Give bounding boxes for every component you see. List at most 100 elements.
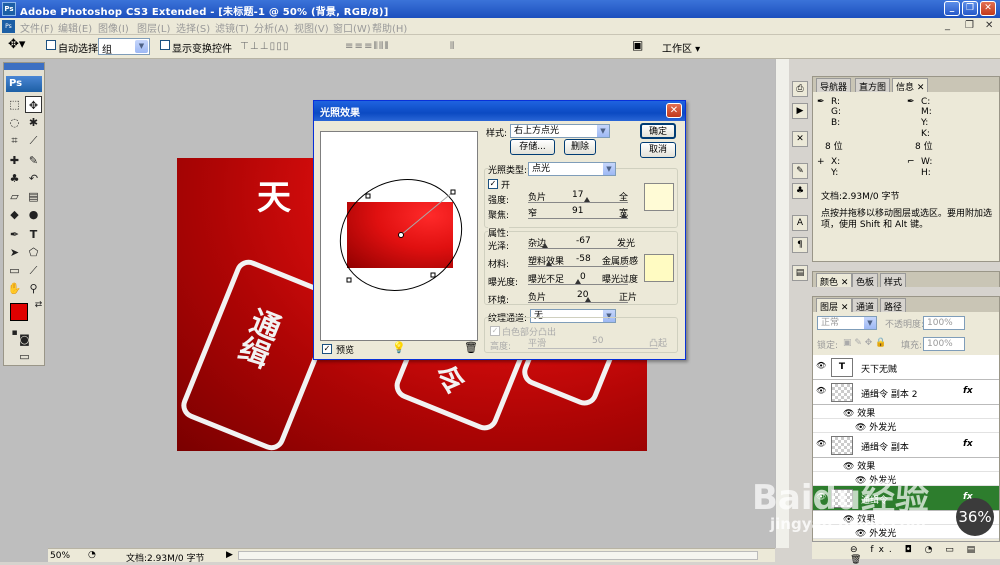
menu-analysis[interactable]: 分析(A) xyxy=(254,20,289,35)
layer-action-icons[interactable]: ⊖ fx. ◘ ◔ ▭ ▤ 🗑 xyxy=(850,545,1000,565)
character-panel-icon[interactable]: A xyxy=(792,215,808,231)
eyedropper-tool-icon[interactable]: ⟋ xyxy=(25,132,42,149)
menubar-restore[interactable]: ❐ xyxy=(965,20,974,31)
gloss-slider-track[interactable] xyxy=(528,248,628,249)
exposure-slider-track[interactable] xyxy=(528,284,628,285)
clone-source-icon[interactable]: ♣ xyxy=(792,183,808,199)
eye-icon[interactable]: 👁 xyxy=(816,439,826,449)
light-type-select[interactable]: 点光 ▼ xyxy=(528,162,616,176)
magic-wand-tool-icon[interactable]: ✱ xyxy=(25,114,42,131)
tab-histogram[interactable]: 直方图 xyxy=(855,78,891,93)
ambience-color-swatch[interactable] xyxy=(644,254,674,282)
effects-row[interactable]: 👁 效果 xyxy=(813,405,999,419)
menu-file[interactable]: 文件(F) xyxy=(20,20,54,35)
light-ellipse-overlay[interactable] xyxy=(321,132,479,342)
brushes-panel-icon[interactable]: ✎ xyxy=(792,163,808,179)
light-color-swatch[interactable] xyxy=(644,183,674,211)
layer-row[interactable]: 👁 通缉令 副本 fx xyxy=(813,433,999,458)
layer-row[interactable]: 👁 通缉令 副本 2 fx xyxy=(813,380,999,405)
fx-icon[interactable]: fx xyxy=(963,439,973,449)
show-transform-checkbox[interactable] xyxy=(160,40,172,52)
quick-mask-icon[interactable]: ◙ xyxy=(16,331,33,348)
lock-icons[interactable]: ▣ ✎ ✥ 🔒 xyxy=(843,338,886,348)
close-button[interactable]: ✕ xyxy=(980,1,996,16)
tool-presets-icon[interactable]: ✕ xyxy=(792,131,808,147)
intensity-slider-track[interactable] xyxy=(528,202,628,203)
workspace-menu[interactable]: 工作区 ▾ xyxy=(662,40,700,55)
move-tool-icon[interactable]: ✥ xyxy=(25,96,42,113)
fill-input[interactable]: 100% xyxy=(923,337,965,351)
tab-styles[interactable]: 样式 xyxy=(880,273,907,288)
foreground-color-swatch[interactable] xyxy=(10,303,28,321)
blur-tool-icon[interactable]: ◆ xyxy=(6,206,23,223)
tab-navigator[interactable]: 导航器 xyxy=(816,78,852,93)
light-on-checkbox[interactable]: ✓ xyxy=(488,178,500,189)
paragraph-panel-icon[interactable]: ¶ xyxy=(792,237,808,253)
tab-channels[interactable]: 通道 xyxy=(852,298,879,313)
dialog-close-button[interactable]: ✕ xyxy=(666,103,682,118)
toolbox-grip[interactable] xyxy=(4,63,44,70)
eyedropper-sample-icon[interactable]: ⟋ xyxy=(25,262,42,279)
menu-select[interactable]: 选择(S) xyxy=(176,20,210,35)
trash-icon[interactable]: 🗑 xyxy=(464,341,478,354)
menubar-close[interactable]: ✕ xyxy=(985,20,993,31)
swap-colors-icon[interactable]: ⇄ xyxy=(30,297,47,314)
move-tool-icon[interactable]: ✥▾ xyxy=(8,37,25,52)
light-bulb-icon[interactable]: 💡 xyxy=(392,341,406,354)
preview-checkbox[interactable]: ✓ xyxy=(322,343,334,354)
tab-swatches[interactable]: 色板 xyxy=(852,273,879,288)
menu-edit[interactable]: 编辑(E) xyxy=(58,20,92,35)
align-icons[interactable]: ⊤ ⊥ ⊥ ▯ ▯ ▯ xyxy=(240,41,289,53)
style-select[interactable]: 右上方点光 ▼ xyxy=(510,124,610,138)
crop-tool-icon[interactable]: ⌗ xyxy=(6,132,23,149)
history-panel-icon[interactable]: ⎙ xyxy=(792,81,808,97)
brush-tool-icon[interactable]: ✎ xyxy=(25,152,42,169)
eye-icon[interactable]: 👁 xyxy=(816,386,826,396)
white-high-checkbox[interactable]: ✓ xyxy=(490,325,502,336)
actions-panel-icon[interactable]: ▶ xyxy=(792,103,808,119)
height-slider-track[interactable] xyxy=(528,348,658,349)
cancel-button[interactable]: 取消 xyxy=(640,142,676,158)
menu-image[interactable]: 图像(I) xyxy=(98,20,129,35)
layer-row[interactable]: 👁 T 天下无贼 xyxy=(813,355,999,380)
gloss-slider-thumb[interactable] xyxy=(541,243,548,248)
eye-icon[interactable]: 👁 xyxy=(816,361,826,371)
horizontal-scrollbar[interactable] xyxy=(238,551,758,560)
delete-style-button[interactable]: 删除 xyxy=(564,139,596,155)
intensity-slider-thumb[interactable] xyxy=(583,197,590,202)
history-brush-tool-icon[interactable]: ↶ xyxy=(25,170,42,187)
fx-icon[interactable]: fx xyxy=(963,386,973,396)
save-style-button[interactable]: 存储... xyxy=(510,139,555,155)
focus-slider-thumb[interactable] xyxy=(620,213,627,218)
marquee-tool-icon[interactable]: ⬚ xyxy=(6,96,23,113)
notes-tool-icon[interactable]: ▭ xyxy=(6,262,23,279)
ambience-slider-thumb[interactable] xyxy=(585,297,591,302)
outer-glow-row[interactable]: 👁 外发光 xyxy=(813,419,999,433)
layer-comps-icon[interactable]: ▤ xyxy=(792,265,808,281)
zoom-level[interactable]: 50% xyxy=(50,551,70,561)
ok-button[interactable]: 确定 xyxy=(640,123,676,139)
material-slider-track[interactable] xyxy=(528,266,628,267)
eraser-tool-icon[interactable]: ▱ xyxy=(6,188,23,205)
menubar-minimize[interactable]: _ xyxy=(945,20,950,31)
workspace-icon[interactable]: ▣ xyxy=(632,38,643,52)
minimize-button[interactable]: _ xyxy=(944,1,960,16)
tab-layers[interactable]: 图层 ✕ xyxy=(816,298,853,313)
screen-mode-icon[interactable]: ▭ xyxy=(16,348,33,365)
menu-window[interactable]: 窗口(W) xyxy=(333,20,371,35)
blend-mode-select[interactable]: 正常 ▼ xyxy=(817,316,877,330)
hand-tool-icon[interactable]: ✋ xyxy=(6,280,23,297)
material-slider-thumb[interactable] xyxy=(546,261,552,266)
clone-stamp-tool-icon[interactable]: ♣ xyxy=(6,170,23,187)
ambience-slider-track[interactable] xyxy=(528,302,628,303)
shape-tool-icon[interactable]: ⬠ xyxy=(25,244,42,261)
tab-paths[interactable]: 路径 xyxy=(880,298,907,313)
menu-layer[interactable]: 图层(L) xyxy=(137,20,170,35)
focus-slider-track[interactable] xyxy=(528,218,628,219)
distribute-icons[interactable]: ≡ ≡ ≡ ⫴ ⫴ ⫴ xyxy=(345,41,389,53)
restore-button[interactable]: ❐ xyxy=(962,1,978,16)
healing-brush-tool-icon[interactable]: ✚ xyxy=(6,152,23,169)
menu-view[interactable]: 视图(V) xyxy=(294,20,329,35)
zoom-tool-icon[interactable]: ⚲ xyxy=(25,280,42,297)
status-arrow-icon[interactable]: ▶ xyxy=(226,550,233,560)
